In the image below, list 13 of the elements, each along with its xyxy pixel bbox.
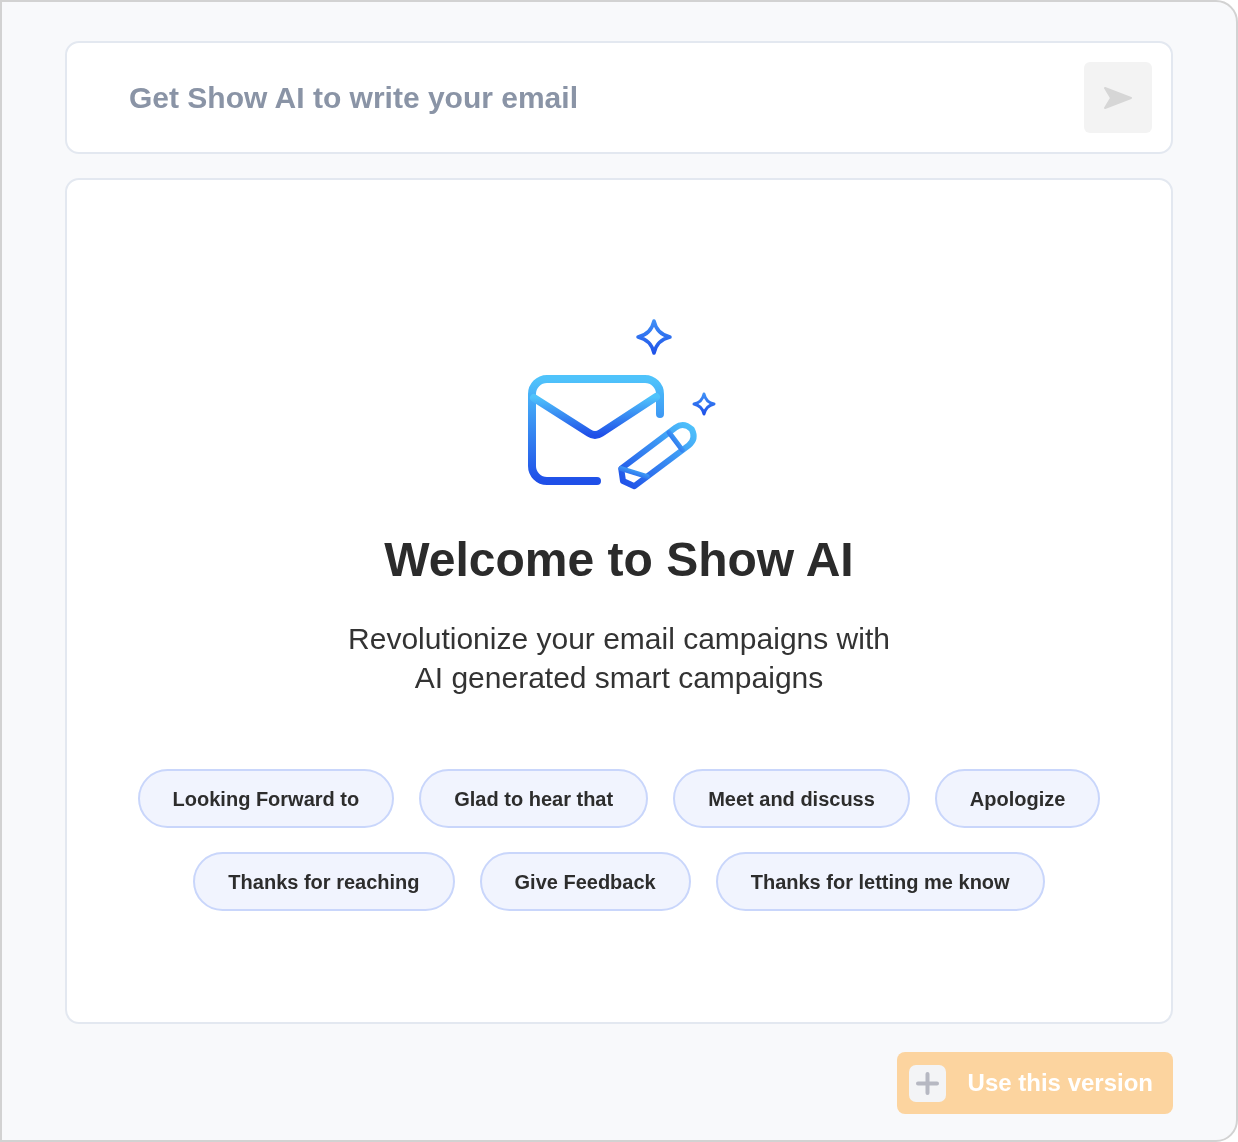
welcome-subtitle: Revolutionize your email campaigns with AI generated smart campaigns (348, 621, 890, 696)
plus-icon (908, 1064, 946, 1102)
suggestion-chip[interactable]: Glad to hear that (419, 769, 649, 828)
suggestion-chip[interactable]: Meet and discuss (673, 769, 910, 828)
prompt-bar[interactable]: Get Show AI to write your email (65, 41, 1173, 154)
suggestion-chip[interactable]: Apologize (934, 769, 1101, 828)
prompt-input[interactable]: Get Show AI to write your email (129, 75, 1084, 120)
send-icon (1104, 85, 1132, 110)
suggestion-chip[interactable]: Thanks for letting me know (715, 852, 1045, 911)
welcome-title: Welcome to Show AI (384, 532, 854, 588)
suggestion-chip[interactable]: Give Feedback (479, 852, 691, 911)
suggestion-chip[interactable]: Thanks for reaching (193, 852, 455, 911)
suggestion-chip[interactable]: Looking Forward to (137, 769, 395, 828)
